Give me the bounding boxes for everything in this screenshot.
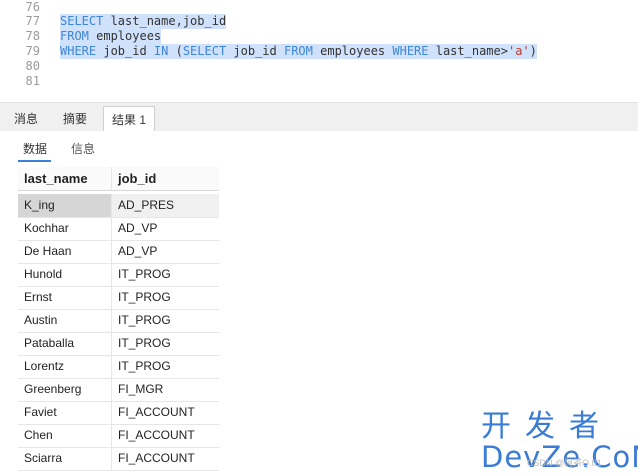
code-line: 77 SELECT last_name,job_id (0, 14, 638, 29)
cell-job-id[interactable]: IT_PROG (112, 286, 219, 309)
code-line: 78 FROM employees (0, 29, 638, 44)
table-row[interactable]: Sciarra FI_ACCOUNT (18, 447, 219, 471)
cell-last-name[interactable]: De Haan (18, 240, 112, 263)
sql-keyword: IN (153, 44, 169, 58)
table-row[interactable]: Faviet FI_ACCOUNT (18, 401, 219, 425)
line-number: 80 (25, 59, 40, 73)
table-row[interactable]: Chen FI_ACCOUNT (18, 424, 219, 448)
table-row[interactable]: Austin IT_PROG (18, 309, 219, 333)
sql-text: last_name,job_id (103, 14, 227, 28)
subtab-info[interactable]: 信息 (71, 140, 95, 157)
code-line: 76 (0, 0, 638, 15)
code-text: SELECT last_name,job_id (60, 14, 227, 29)
cell-last-name[interactable]: Ernst (18, 286, 112, 309)
line-number: 81 (25, 74, 40, 88)
result-tab-bar: 消息 摘要 结果 1 (0, 102, 638, 133)
sql-text: ) (529, 44, 537, 58)
cell-job-id[interactable]: AD_PRES (112, 194, 219, 217)
tab-summary[interactable]: 摘要 (54, 107, 96, 131)
cell-last-name[interactable]: Kochhar (18, 217, 112, 240)
sql-keyword: FROM (283, 44, 313, 58)
code-line: 81 (0, 74, 638, 89)
cell-job-id[interactable]: FI_ACCOUNT (112, 424, 219, 447)
sql-editor[interactable]: 76 77 SELECT last_name,job_id 78 FROM employ… (0, 0, 638, 102)
cell-job-id[interactable]: IT_PROG (112, 355, 219, 378)
cell-last-name[interactable]: Greenberg (18, 378, 112, 401)
table-row[interactable]: Kochhar AD_VP (18, 217, 219, 241)
sql-text: employees (312, 44, 393, 58)
sql-text: employees (88, 29, 162, 43)
cell-job-id[interactable]: IT_PROG (112, 332, 219, 355)
cell-last-name[interactable]: Austin (18, 309, 112, 332)
sql-keyword: WHERE (392, 44, 429, 58)
line-number: 76 (25, 0, 40, 14)
tab-result-1[interactable]: 结果 1 (103, 106, 155, 133)
line-number: 77 (25, 14, 40, 28)
line-number: 79 (25, 44, 40, 58)
csdn-watermark: CSDN @阿茶Q.01 (527, 458, 602, 468)
cell-last-name[interactable]: Lorentz (18, 355, 112, 378)
sql-text: job_id (226, 44, 284, 58)
column-header-last-name[interactable]: last_name (18, 167, 112, 190)
code-text: WHERE job_id IN (SELECT job_id FROM empl… (60, 44, 537, 59)
cell-job-id[interactable]: AD_VP (112, 217, 219, 240)
subtab-data[interactable]: 数据 (23, 140, 47, 157)
code-text: FROM employees (60, 29, 162, 44)
code-line: 80 (0, 59, 638, 74)
cell-job-id[interactable]: FI_ACCOUNT (112, 401, 219, 424)
table-row[interactable]: Greenberg FI_MGR (18, 378, 219, 402)
sql-keyword: WHERE (60, 44, 97, 58)
table-row[interactable]: K_ing AD_PRES (18, 194, 219, 218)
table-row[interactable]: Hunold IT_PROG (18, 263, 219, 287)
logo-chinese-text: 开发者 (481, 409, 613, 444)
cell-last-name[interactable]: Chen (18, 424, 112, 447)
cell-job-id[interactable]: IT_PROG (112, 263, 219, 286)
result-sub-tabs: 数据 信息 (0, 131, 638, 165)
sql-keyword: FROM (60, 29, 89, 43)
sql-keyword: SELECT (60, 14, 104, 28)
cell-last-name[interactable]: Faviet (18, 401, 112, 424)
table-row[interactable]: De Haan AD_VP (18, 240, 219, 264)
cell-last-name[interactable]: Sciarra (18, 447, 112, 470)
table-row[interactable]: Lorentz IT_PROG (18, 355, 219, 379)
line-number: 78 (25, 29, 40, 43)
cell-job-id[interactable]: FI_MGR (112, 378, 219, 401)
code-line: 79 WHERE job_id IN (SELECT job_id FROM em… (0, 44, 638, 59)
tab-messages[interactable]: 消息 (6, 107, 46, 131)
cell-last-name[interactable]: K_ing (18, 194, 112, 217)
column-header-job-id[interactable]: job_id (112, 167, 219, 190)
sql-keyword: SELECT (182, 44, 227, 58)
table-row[interactable]: Pataballa IT_PROG (18, 332, 219, 356)
sql-text: ( (168, 44, 183, 58)
cell-job-id[interactable]: AD_VP (112, 240, 219, 263)
cell-last-name[interactable]: Hunold (18, 263, 112, 286)
sql-text: last_name> (428, 44, 508, 58)
cell-job-id[interactable]: FI_ACCOUNT (112, 447, 219, 470)
sql-text: job_id (96, 44, 154, 58)
cell-job-id[interactable]: IT_PROG (112, 309, 219, 332)
cell-last-name[interactable]: Pataballa (18, 332, 112, 355)
active-subtab-indicator (18, 160, 51, 162)
table-header-row: last_name job_id (18, 167, 219, 191)
table-row[interactable]: Ernst IT_PROG (18, 286, 219, 310)
sql-string: 'a' (507, 44, 530, 58)
